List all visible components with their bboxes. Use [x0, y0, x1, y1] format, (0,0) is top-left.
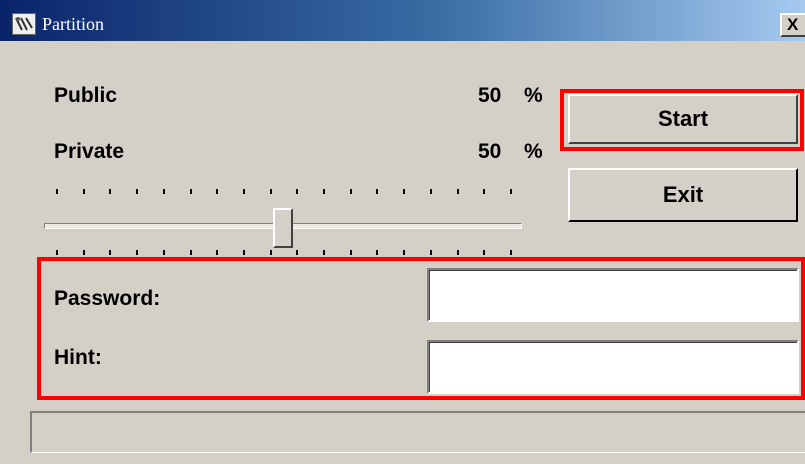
- slider-tick-bottom: [242, 250, 245, 255]
- close-icon: X: [787, 15, 799, 34]
- title-bar[interactable]: Partition X: [0, 0, 805, 41]
- slider-tick-bottom: [323, 250, 326, 255]
- hint-label: Hint:: [54, 346, 102, 369]
- slider-tick-bottom: [162, 250, 165, 255]
- slider-tick-bottom: [269, 250, 272, 255]
- slider-tick-top: [269, 189, 272, 194]
- slider-tick-top: [56, 189, 58, 194]
- slider-tick-top: [216, 189, 219, 194]
- slider-tick-top: [403, 189, 406, 194]
- slider-tick-bottom: [216, 250, 219, 255]
- slider-tick-bottom: [136, 250, 139, 255]
- password-label: Password:: [54, 287, 161, 310]
- start-button[interactable]: Start: [568, 94, 798, 144]
- slider-tick-top: [456, 189, 459, 194]
- password-input[interactable]: [427, 268, 799, 322]
- public-percent-value: 50: [478, 84, 502, 107]
- slider-tick-top: [82, 189, 85, 194]
- public-label: Public: [54, 84, 118, 107]
- slider-tick-bottom: [376, 250, 379, 255]
- slider-tick-bottom: [109, 250, 112, 255]
- slider-tick-bottom: [82, 250, 85, 255]
- slider-tick-bottom: [189, 250, 192, 255]
- slider-tick-top: [109, 189, 112, 194]
- slider-tick-top: [376, 189, 379, 194]
- slider-tick-top: [429, 189, 432, 194]
- slider-tick-bottom: [296, 250, 299, 255]
- slider-tick-top: [510, 189, 512, 194]
- slider-tick-top: [483, 189, 486, 194]
- exit-button[interactable]: Exit: [568, 168, 798, 222]
- partition-ratio-slider[interactable]: [44, 180, 524, 260]
- slider-tick-top: [189, 189, 192, 194]
- slider-tick-top: [242, 189, 245, 194]
- close-button[interactable]: X: [780, 13, 805, 37]
- slider-tick-top: [162, 189, 165, 194]
- slider-tick-top: [136, 189, 139, 194]
- slider-tick-bottom: [403, 250, 406, 255]
- partition-app-icon: [12, 13, 36, 35]
- window-title: Partition: [42, 14, 104, 34]
- slider-tick-bottom: [56, 250, 58, 255]
- private-percent-value: 50: [478, 140, 502, 163]
- private-label: Private: [54, 140, 125, 163]
- private-percent-unit: %: [524, 140, 543, 163]
- slider-thumb[interactable]: [273, 208, 293, 248]
- slider-tick-top: [296, 189, 299, 194]
- slider-tick-top: [323, 189, 326, 194]
- slider-tick-bottom: [349, 250, 352, 255]
- slider-tick-top: [349, 189, 352, 194]
- slider-tick-bottom: [510, 250, 512, 255]
- slider-tick-bottom: [429, 250, 432, 255]
- public-percent-unit: %: [524, 84, 543, 107]
- hint-input[interactable]: [427, 340, 799, 394]
- status-bar: [30, 411, 805, 453]
- slider-tick-bottom: [483, 250, 486, 255]
- slider-tick-bottom: [456, 250, 459, 255]
